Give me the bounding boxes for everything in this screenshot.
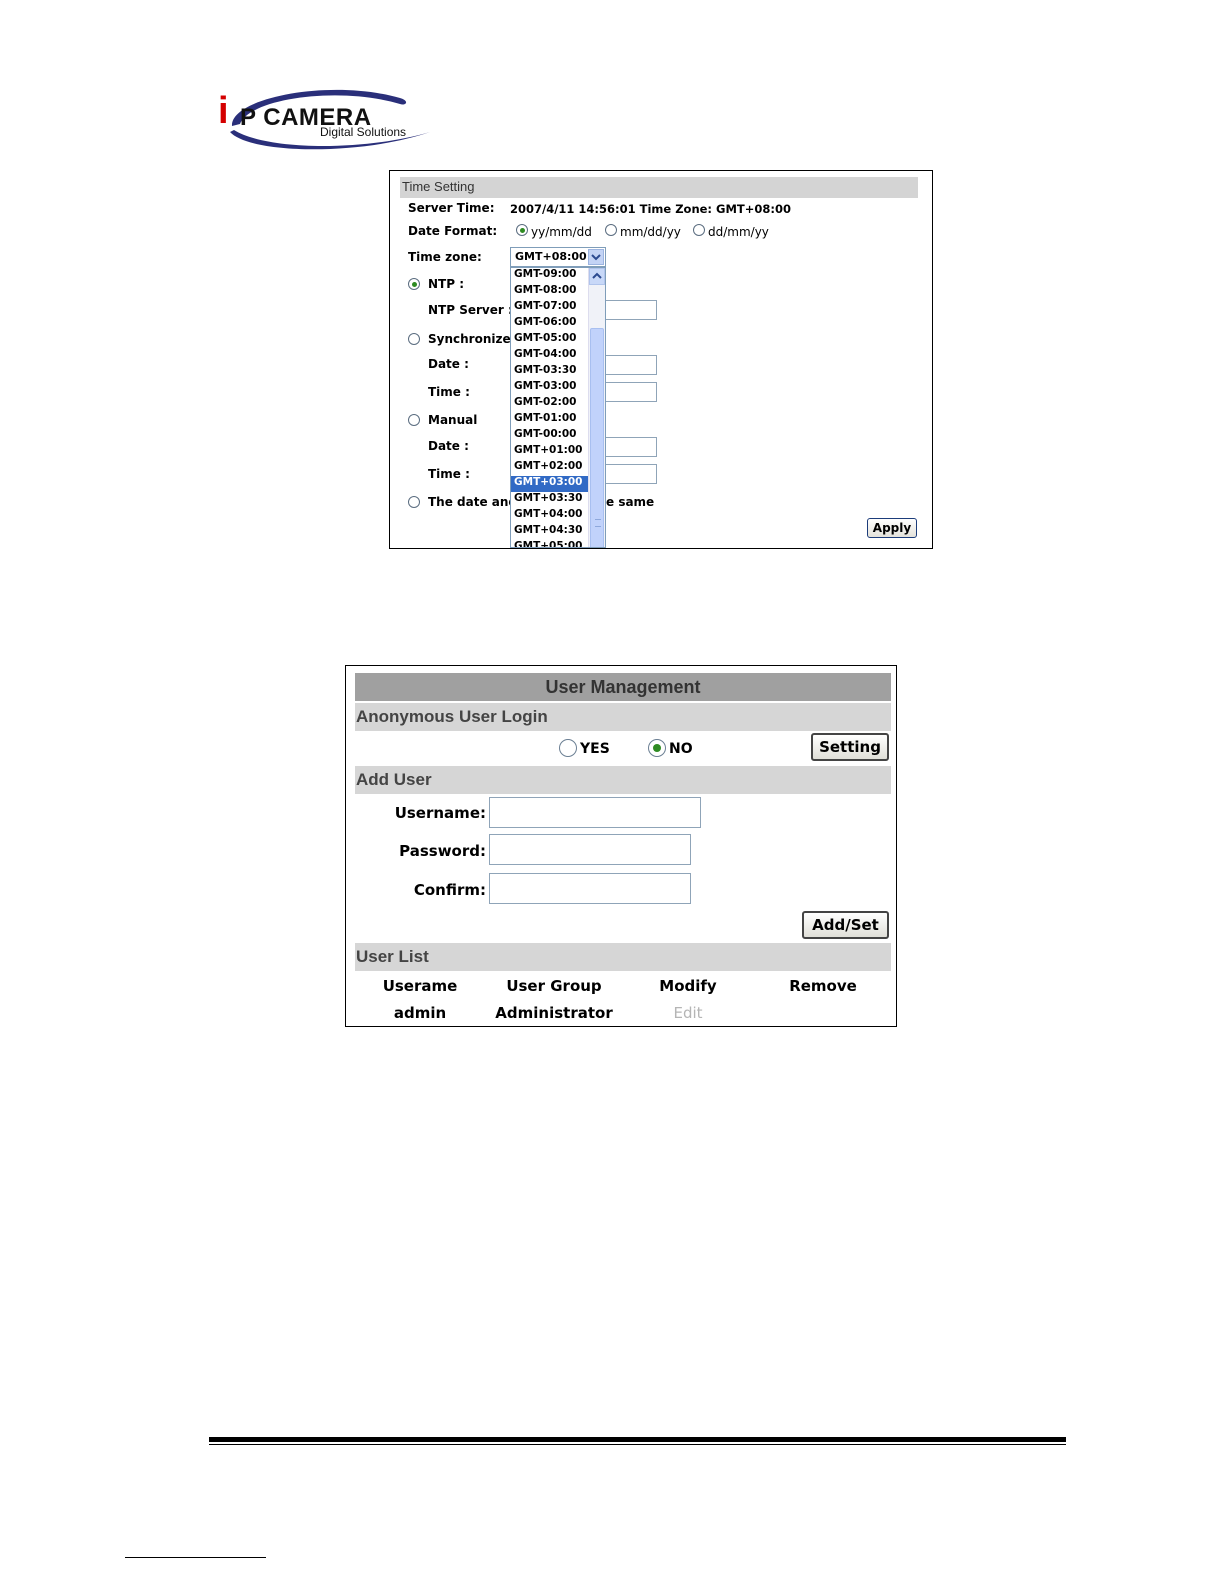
time-zone-option[interactable]: GMT+05:00: [511, 540, 589, 547]
server-time-value: 2007/4/11 14:56:01 Time Zone: GMT+08:00: [510, 202, 791, 216]
sync-time-input[interactable]: [604, 382, 657, 402]
sync-date-label: Date :: [428, 357, 469, 371]
time-zone-option[interactable]: GMT+03:30: [511, 492, 589, 508]
time-zone-label: Time zone:: [408, 250, 482, 264]
username-input[interactable]: [489, 797, 701, 828]
manual-time-label: Time :: [428, 467, 470, 481]
time-zone-dropdown-list[interactable]: GMT-09:00 GMT-08:00 GMT-07:00 GMT-06:00 GMT-…: [510, 267, 606, 548]
username-label: Username:: [394, 804, 486, 822]
manual-radio[interactable]: [408, 414, 420, 426]
time-zone-select[interactable]: GMT+08:00: [510, 247, 606, 267]
time-zone-option[interactable]: GMT+04:00: [511, 508, 589, 524]
ntp-label: NTP :: [428, 277, 464, 291]
date-format-mmddyy-radio[interactable]: [605, 224, 617, 236]
anonymous-login-heading: Anonymous User Login: [356, 707, 548, 726]
user-row-username: admin: [393, 1004, 447, 1022]
password-input[interactable]: [489, 834, 691, 865]
user-management-title: User Management: [545, 677, 701, 697]
ntp-server-label: NTP Server :: [428, 303, 513, 317]
ip-camera-logo: i P CAMERA Digital Solutions: [210, 80, 450, 160]
user-row-group: Administrator: [495, 1004, 613, 1022]
chevron-down-icon[interactable]: [588, 249, 604, 265]
footnote-separator: [125, 1557, 266, 1558]
manual-label: Manual: [428, 413, 478, 427]
time-zone-selected-value: GMT+08:00: [515, 250, 587, 263]
column-header-remove: Remove: [789, 977, 857, 995]
time-zone-option[interactable]: GMT-03:00: [511, 380, 589, 396]
date-format-label: Date Format:: [408, 224, 498, 238]
time-zone-option[interactable]: GMT+01:00: [511, 444, 589, 460]
time-zone-option[interactable]: GMT-08:00: [511, 284, 589, 300]
manual-time-input[interactable]: [604, 464, 657, 484]
dropdown-scrollbar[interactable]: [588, 268, 605, 547]
footer-rule-thick: [209, 1437, 1066, 1442]
user-management-panel: User Management Anonymous User Login YES…: [345, 665, 897, 1027]
scrollbar-grip-icon: [595, 519, 601, 527]
apply-button[interactable]: Apply: [867, 518, 917, 538]
same-as-pc-radio[interactable]: [408, 496, 420, 508]
date-format-yymmdd-radio[interactable]: [516, 224, 528, 236]
add-user-section: Add User: [355, 766, 891, 794]
anonymous-no-label: NO: [669, 741, 693, 757]
same-as-pc-label-left: The date and: [428, 495, 518, 509]
time-setting-title: Time Setting: [402, 179, 475, 194]
user-row-edit-link[interactable]: Edit: [618, 1004, 758, 1022]
sync-date-input[interactable]: [604, 355, 657, 375]
column-header-modify: Modify: [659, 977, 717, 995]
time-zone-options: GMT-09:00 GMT-08:00 GMT-07:00 GMT-06:00 GMT-…: [511, 268, 589, 547]
setting-button[interactable]: Setting: [811, 733, 889, 761]
time-zone-option[interactable]: GMT-09:00: [511, 268, 589, 284]
user-list-section: User List: [355, 943, 891, 971]
time-zone-option[interactable]: GMT+03:00: [511, 476, 589, 492]
time-zone-option[interactable]: GMT+04:30: [511, 524, 589, 540]
manual-date-label: Date :: [428, 439, 469, 453]
user-list-heading: User List: [356, 947, 429, 966]
date-format-yymmdd-label: yy/mm/dd: [531, 225, 592, 239]
time-zone-option[interactable]: GMT-00:00: [511, 428, 589, 444]
user-management-header: User Management: [355, 673, 891, 701]
same-as-pc-label-right: e same: [606, 495, 655, 509]
date-format-ddmmyy-label: dd/mm/yy: [708, 225, 769, 239]
synchronize-radio[interactable]: [408, 333, 420, 345]
footer-rule-thin: [209, 1444, 1066, 1445]
time-zone-option[interactable]: GMT-01:00: [511, 412, 589, 428]
scroll-up-arrow-icon[interactable]: [589, 268, 605, 285]
date-format-ddmmyy-radio[interactable]: [693, 224, 705, 236]
date-format-mmddyy-label: mm/dd/yy: [620, 225, 681, 239]
sync-time-label: Time :: [428, 385, 470, 399]
logo-letter-i: i: [218, 90, 229, 132]
time-zone-option[interactable]: GMT-06:00: [511, 316, 589, 332]
password-label: Password:: [399, 842, 486, 860]
confirm-input[interactable]: [489, 873, 691, 904]
time-zone-option[interactable]: GMT-07:00: [511, 300, 589, 316]
anonymous-yes-label: YES: [580, 741, 610, 757]
anonymous-login-section: Anonymous User Login: [355, 703, 891, 731]
anonymous-yes-radio[interactable]: [559, 739, 577, 757]
time-zone-option[interactable]: GMT-05:00: [511, 332, 589, 348]
confirm-label: Confirm:: [413, 881, 486, 899]
logo-subtitle: Digital Solutions: [320, 125, 407, 139]
time-setting-header: Time Setting: [400, 177, 918, 198]
server-time-label: Server Time:: [408, 201, 495, 215]
time-setting-panel: Time Setting Server Time: 2007/4/11 14:5…: [389, 170, 933, 549]
time-zone-option[interactable]: GMT-04:00: [511, 348, 589, 364]
scrollbar-thumb[interactable]: [590, 328, 604, 547]
anonymous-no-radio[interactable]: [648, 739, 666, 757]
ntp-server-input[interactable]: [604, 300, 657, 320]
add-user-heading: Add User: [356, 770, 432, 789]
ntp-radio[interactable]: [408, 278, 420, 290]
manual-date-input[interactable]: [604, 437, 657, 457]
column-header-user-group: User Group: [506, 977, 602, 995]
column-header-username: Userame: [382, 977, 458, 995]
time-zone-option[interactable]: GMT-03:30: [511, 364, 589, 380]
add-set-button[interactable]: Add/Set: [802, 911, 889, 939]
time-zone-option[interactable]: GMT-02:00: [511, 396, 589, 412]
synchronize-label: Synchronize: [428, 332, 511, 346]
time-zone-option[interactable]: GMT+02:00: [511, 460, 589, 476]
